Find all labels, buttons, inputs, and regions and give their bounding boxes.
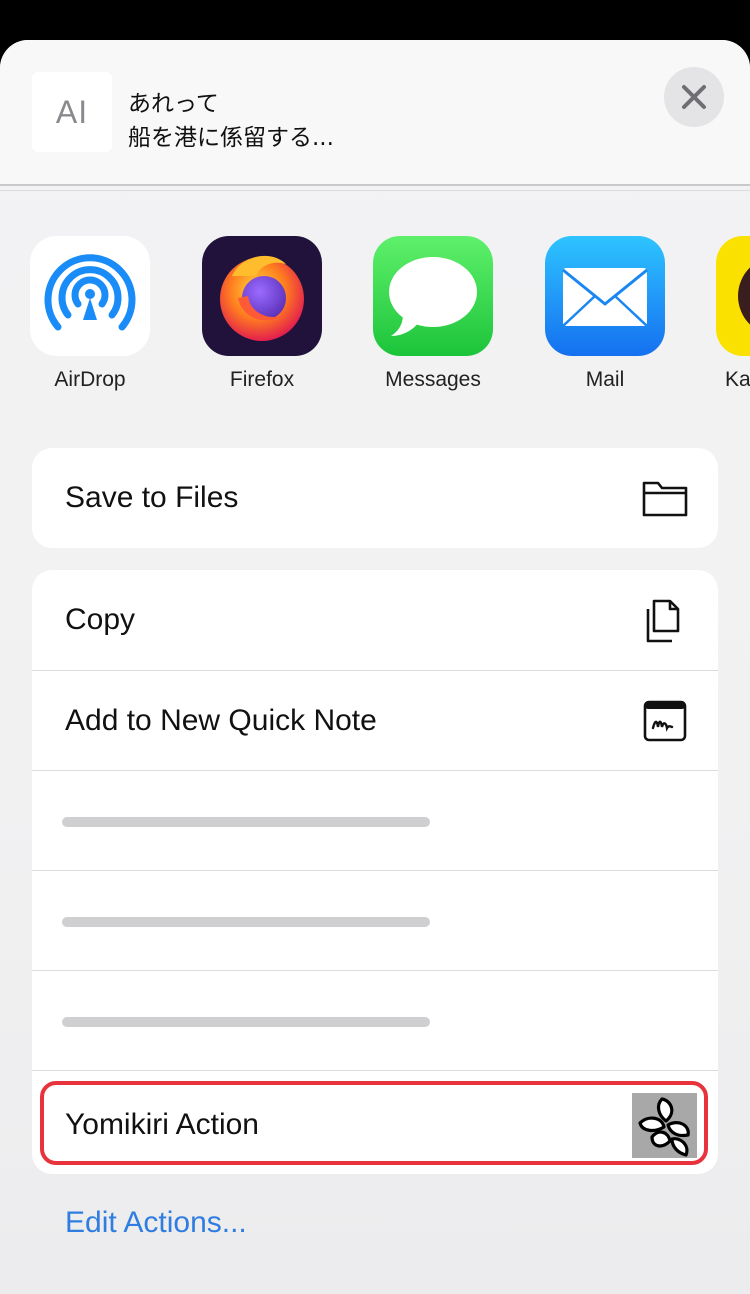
copy-label: Copy <box>65 603 136 636</box>
share-sheet-header: AI あれって 船を港に係留する... <box>0 40 750 184</box>
redacted-action-bar <box>62 817 430 827</box>
save-to-files-row[interactable]: Save to Files <box>32 448 718 548</box>
app-label-firefox: Firefox <box>229 368 295 391</box>
copy-row[interactable]: Copy <box>32 570 718 670</box>
folder-icon <box>642 481 688 517</box>
close-icon <box>682 85 706 109</box>
app-label-mail: Mail <box>585 368 625 391</box>
messages-icon <box>373 236 493 356</box>
redacted-action-bar <box>62 917 430 927</box>
airdrop-icon <box>30 236 150 356</box>
copy-icon <box>646 599 680 643</box>
thumbnail-text: AI <box>55 93 89 130</box>
save-to-files-label: Save to Files <box>65 481 239 514</box>
close-button[interactable] <box>664 67 724 127</box>
app-label-airdrop: AirDrop <box>54 368 126 391</box>
quick-note-label: Add to New Quick Note <box>65 704 377 737</box>
shared-text-line-1: あれって <box>128 91 219 117</box>
quick-note-icon <box>643 700 687 742</box>
text-thumbnail: AI <box>32 72 112 152</box>
edit-actions-link[interactable]: Edit Actions... <box>65 1206 247 1240</box>
hidden-action-row-1[interactable] <box>32 770 718 870</box>
app-messages[interactable]: Messages <box>358 236 508 392</box>
app-label-kakao: Ka <box>725 368 750 391</box>
hidden-action-row-2[interactable] <box>32 870 718 970</box>
app-airdrop[interactable]: AirDrop <box>15 236 165 392</box>
header-divider <box>0 184 750 186</box>
app-kakao[interactable]: Ka <box>701 236 750 392</box>
mail-icon <box>545 236 665 356</box>
app-firefox[interactable]: Firefox <box>187 236 337 392</box>
shared-text-line-2: 船を港に係留する... <box>128 125 334 151</box>
firefox-icon <box>202 236 322 356</box>
redacted-action-bar <box>62 1017 430 1027</box>
yomikiri-icon[interactable] <box>632 1093 697 1158</box>
header-divider-secondary <box>0 190 750 191</box>
hidden-action-row-3[interactable] <box>32 970 718 1070</box>
app-label-messages: Messages <box>385 368 481 391</box>
app-mail[interactable]: Mail <box>530 236 680 392</box>
yomikiri-action-label[interactable]: Yomikiri Action <box>65 1083 259 1167</box>
share-sheet: AI あれって 船を港に係留する... AirDrop Firefox Mess… <box>0 40 750 1294</box>
share-apps-row: AirDrop Firefox Messages Mail Ka <box>0 236 750 406</box>
quick-note-row[interactable]: Add to New Quick Note <box>32 670 718 770</box>
kakao-icon <box>716 236 750 356</box>
action-group-files: Save to Files <box>32 448 718 548</box>
